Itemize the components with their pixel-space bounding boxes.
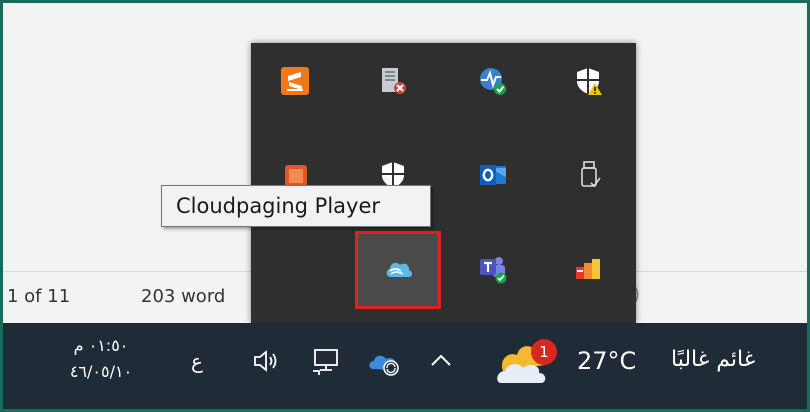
task-manager-icon [382, 68, 406, 94]
tray-item-usb-eject[interactable] [545, 137, 631, 215]
tooltip: Cloudpaging Player [161, 185, 431, 227]
teams-icon [480, 257, 507, 284]
network-monitor-check-icon [480, 68, 506, 95]
notification-badge: 1 [531, 339, 557, 365]
taskbar: ٠١:٥٠ م ٤٦/٠٥/١٠ ع 1 27°C غائم غالبًا [3, 323, 807, 409]
cloudpaging-player-icon [386, 262, 412, 277]
tray-item-teams[interactable] [449, 231, 535, 309]
tray-item-security-warning[interactable] [545, 43, 631, 121]
word-count[interactable]: 203 word [141, 286, 225, 307]
temperature[interactable]: 27°C [577, 347, 636, 375]
tray-item-task-manager[interactable] [349, 43, 435, 121]
tray-item-color-bars[interactable] [545, 231, 631, 309]
tray-item-sublime[interactable] [251, 43, 337, 121]
outlook-icon [480, 165, 506, 185]
volume-icon[interactable] [249, 343, 285, 379]
clock[interactable]: ٠١:٥٠ م ٤٦/٠٥/١٠ [41, 333, 161, 385]
weather-condition[interactable]: غائم غالبًا [671, 347, 755, 372]
screen-frame: 1 of 11 203 word ) Cloudpaging Player ٠١… [0, 0, 810, 412]
tray-item-cloudpaging-player[interactable] [355, 231, 441, 309]
chevron-up-icon[interactable] [423, 343, 459, 379]
usb-safe-remove-icon [581, 161, 601, 188]
color-bars-icon [576, 259, 600, 279]
input-language[interactable]: ع [191, 349, 203, 373]
sublime-like-orange-icon [281, 67, 309, 95]
clock-date: ٤٦/٠٥/١٠ [69, 362, 133, 381]
windows-security-warning-icon [577, 68, 602, 95]
tray-item-outlook[interactable] [449, 137, 535, 215]
tray-overflow-popup [251, 43, 636, 323]
clock-time: ٠١:٥٠ م [73, 336, 129, 355]
tray-item-network-monitor[interactable] [449, 43, 535, 121]
network-icon[interactable] [309, 343, 345, 379]
onedrive-sync-icon[interactable] [367, 343, 403, 379]
page-count[interactable]: 1 of 11 [7, 286, 70, 307]
